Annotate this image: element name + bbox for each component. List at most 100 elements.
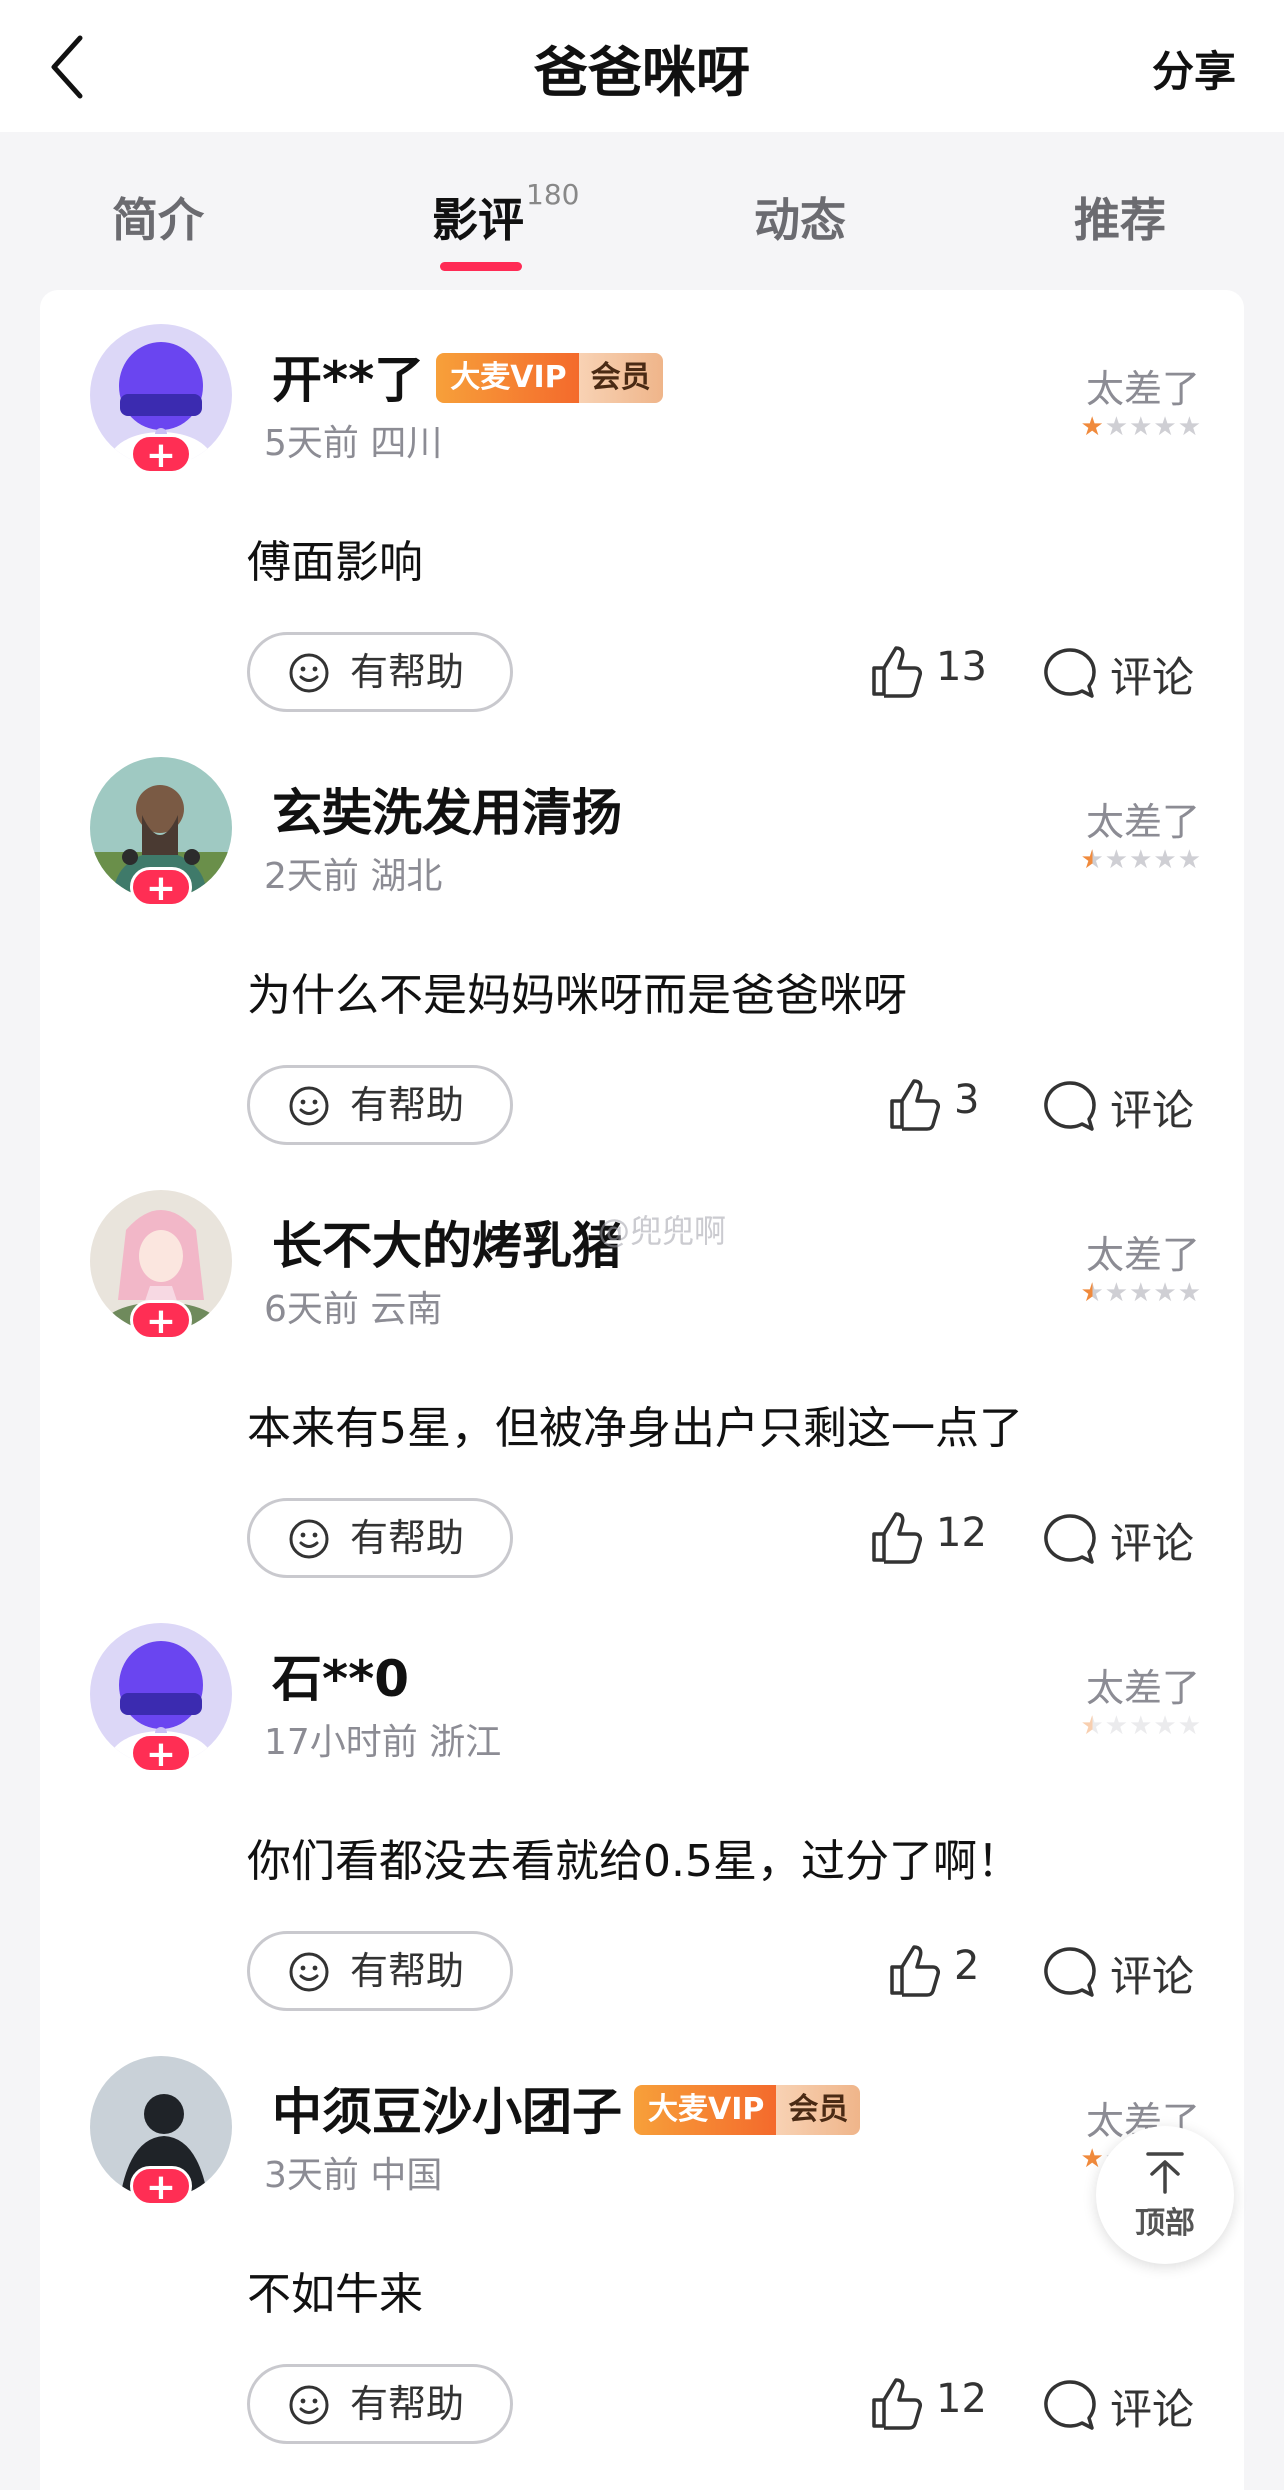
review-content[interactable]: 为什么不是妈妈咪呀而是爸爸咪呀 bbox=[247, 959, 907, 1023]
review-content[interactable]: 你们看都没去看就给0.5星，过分了啊！ bbox=[247, 1825, 1021, 1889]
username[interactable]: 玄奘洗发用清扬 bbox=[272, 773, 622, 845]
vip-badge-label: 大麦VIP bbox=[634, 2084, 777, 2135]
like-count: 2 bbox=[954, 1943, 980, 1989]
back-to-top-label: 顶部 bbox=[1135, 2206, 1195, 2241]
member-badge-label: 会员 bbox=[776, 2084, 861, 2135]
top-bar: 爸爸咪呀 分享 bbox=[0, 0, 1284, 132]
review-item: + 中须豆沙小团子大麦VIP会员 3天前 中国 太差了 ★★★★★ 不如牛来 有… bbox=[40, 2022, 1244, 2454]
like-button[interactable]: 3 bbox=[886, 1063, 1046, 1143]
helpful-label: 有帮助 bbox=[350, 1949, 465, 1993]
like-count: 3 bbox=[954, 1077, 980, 1123]
star-rating: ★★★★★ bbox=[1080, 1711, 1202, 1741]
smile-icon bbox=[289, 653, 329, 693]
review-meta: 17小时前 浙江 bbox=[264, 1722, 502, 1763]
tab-recommend[interactable]: 推荐 bbox=[1074, 184, 1166, 250]
tab-label: 推荐 bbox=[1074, 193, 1166, 247]
review-item: + 开**了 大麦VIP 会员 5天前 四川 太差了 ★★★★★ 傅面影响 有帮助 … bbox=[40, 290, 1244, 722]
tab-reviews[interactable]: 影评180 bbox=[432, 178, 579, 250]
tab-bar: 简介 影评180 动态 推荐 bbox=[0, 132, 1284, 287]
username[interactable]: 中须豆沙小团子 大麦VIP 会员 bbox=[272, 2072, 861, 2144]
username[interactable]: 开**了 大麦VIP 会员 bbox=[272, 340, 663, 412]
tab-intro[interactable]: 简介 bbox=[112, 184, 204, 250]
comment-label: 评论 bbox=[1110, 1952, 1195, 2001]
star-rating: ★★★★★ bbox=[1080, 412, 1202, 442]
vip-badge-label: 大麦VIP bbox=[436, 352, 579, 403]
avatar[interactable]: + bbox=[90, 2056, 236, 2207]
tab-label: 动态 bbox=[754, 193, 846, 247]
follow-button[interactable]: + bbox=[130, 1733, 192, 1774]
comment-bubble-icon bbox=[1044, 1081, 1096, 1131]
rating-label: 太差了 bbox=[1085, 367, 1200, 411]
back-to-top-button[interactable]: 顶部 bbox=[1096, 2126, 1234, 2264]
vip-badge: 大麦VIP 会员 bbox=[436, 352, 663, 403]
active-tab-indicator bbox=[440, 262, 522, 271]
helpful-label: 有帮助 bbox=[350, 650, 465, 694]
tab-activity[interactable]: 动态 bbox=[754, 184, 846, 250]
username-text: 中须豆沙小团子 bbox=[272, 2083, 622, 2141]
review-meta: 2天前 湖北 bbox=[264, 856, 443, 897]
follow-button[interactable]: + bbox=[130, 2166, 192, 2207]
thumbs-up-icon bbox=[890, 1079, 940, 1131]
thumbs-up-icon bbox=[872, 646, 922, 698]
comment-bubble-icon bbox=[1044, 648, 1096, 698]
page-title: 爸爸咪呀 bbox=[534, 41, 750, 104]
follow-button[interactable]: + bbox=[130, 1300, 192, 1341]
like-button[interactable]: 13 bbox=[868, 630, 1028, 710]
like-count: 12 bbox=[936, 2376, 987, 2422]
comment-bubble-icon bbox=[1044, 1514, 1096, 1564]
star-rating: ★★★★★ bbox=[1080, 845, 1202, 875]
smile-icon bbox=[289, 1086, 329, 1126]
like-button[interactable]: 12 bbox=[868, 2362, 1028, 2442]
comment-button[interactable]: 评论 bbox=[1042, 1496, 1212, 1576]
tab-label: 影评 bbox=[432, 193, 524, 247]
like-button[interactable]: 2 bbox=[886, 1929, 1046, 2009]
username[interactable]: 石**0 bbox=[272, 1639, 409, 1711]
review-content[interactable]: 本来有5星，但被净身出户只剩这一点了 bbox=[247, 1392, 1023, 1456]
vip-badge: 大麦VIP 会员 bbox=[634, 2084, 861, 2135]
avatar[interactable]: + bbox=[90, 324, 236, 475]
helpful-button[interactable]: 有帮助 bbox=[247, 1931, 513, 2011]
review-meta: 3天前 中国 bbox=[264, 2155, 443, 2196]
watermark: @兜兜啊 bbox=[598, 1212, 727, 1250]
review-list: + 开**了 大麦VIP 会员 5天前 四川 太差了 ★★★★★ 傅面影响 有帮助 … bbox=[40, 290, 1244, 2490]
comment-label: 评论 bbox=[1110, 2385, 1195, 2434]
comment-button[interactable]: 评论 bbox=[1042, 1929, 1212, 2009]
review-content[interactable]: 傅面影响 bbox=[247, 526, 423, 590]
follow-button[interactable]: + bbox=[130, 434, 192, 475]
review-item: + 玄奘洗发用清扬 2天前 湖北 太差了 ★★★★★ 为什么不是妈妈咪呀而是爸爸… bbox=[40, 723, 1244, 1155]
like-count: 13 bbox=[936, 644, 987, 690]
tab-label: 简介 bbox=[112, 193, 204, 247]
username-text: 开**了 bbox=[272, 351, 425, 409]
share-button[interactable]: 分享 bbox=[1152, 38, 1236, 99]
helpful-label: 有帮助 bbox=[350, 1516, 465, 1560]
review-meta: 6天前 云南 bbox=[264, 1289, 443, 1330]
helpful-button[interactable]: 有帮助 bbox=[247, 1065, 513, 1145]
rating-label: 太差了 bbox=[1085, 1666, 1200, 1710]
comment-bubble-icon bbox=[1044, 1947, 1096, 1997]
smile-icon bbox=[289, 2385, 329, 2425]
comment-label: 评论 bbox=[1110, 1519, 1195, 1568]
helpful-button[interactable]: 有帮助 bbox=[247, 1498, 513, 1578]
comment-button[interactable]: 评论 bbox=[1042, 2362, 1212, 2442]
helpful-button[interactable]: 有帮助 bbox=[247, 632, 513, 712]
avatar[interactable]: + bbox=[90, 757, 236, 908]
review-item: + 石**0 17小时前 浙江 太差了 ★★★★★ 你们看都没去看就给0.5星，… bbox=[40, 1589, 1244, 2021]
rating-label: 太差了 bbox=[1085, 1233, 1200, 1277]
like-button[interactable]: 12 bbox=[868, 1496, 1028, 1576]
like-count: 12 bbox=[936, 1510, 987, 1556]
smile-icon bbox=[289, 1519, 329, 1559]
helpful-label: 有帮助 bbox=[350, 2382, 465, 2426]
username[interactable]: 长不大的烤乳猪 bbox=[272, 1206, 622, 1278]
comment-button[interactable]: 评论 bbox=[1042, 1063, 1212, 1143]
comment-button[interactable]: 评论 bbox=[1042, 630, 1212, 710]
helpful-label: 有帮助 bbox=[350, 1083, 465, 1127]
star-rating: ★★★★★ bbox=[1080, 1278, 1202, 1308]
follow-button[interactable]: + bbox=[130, 867, 192, 908]
avatar[interactable]: + bbox=[90, 1623, 236, 1774]
review-count: 180 bbox=[526, 177, 580, 211]
smile-icon bbox=[289, 1952, 329, 1992]
avatar[interactable]: + bbox=[90, 1190, 236, 1341]
review-content[interactable]: 不如牛来 bbox=[247, 2258, 423, 2322]
helpful-button[interactable]: 有帮助 bbox=[247, 2364, 513, 2444]
comment-bubble-icon bbox=[1044, 2380, 1096, 2430]
